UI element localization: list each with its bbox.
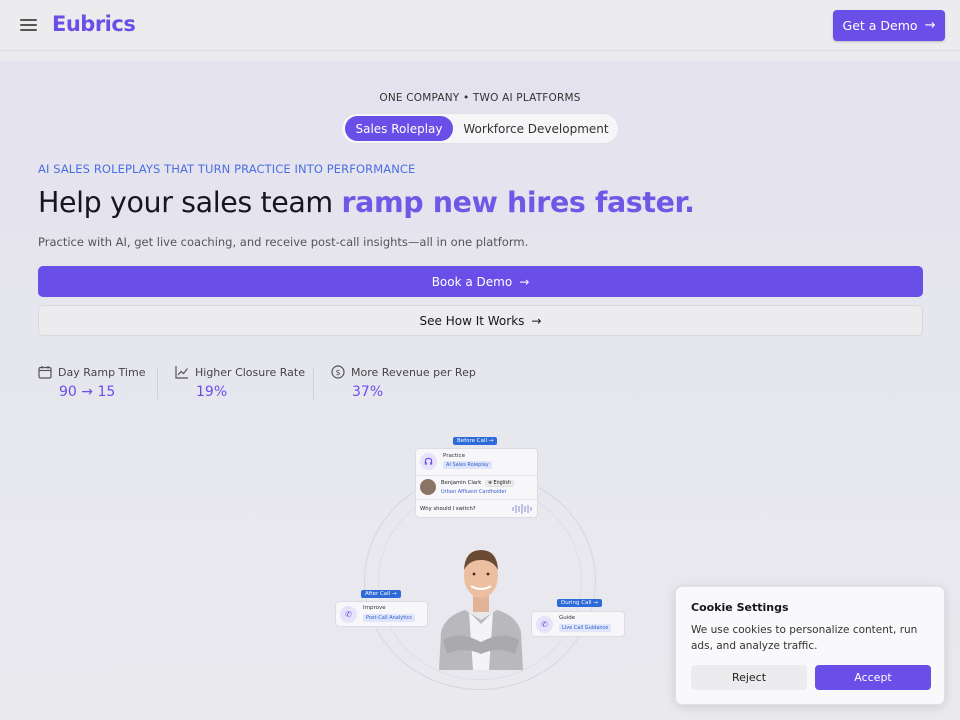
audio-waveform-icon — [512, 504, 532, 514]
before-call-card: Practice AI Sales Roleplay Benjamin Clar… — [415, 448, 538, 518]
hero-illustration: Before Call → Practice AI Sales Roleplay… — [330, 432, 630, 692]
hero-headline: Help your sales team ramp new hires fast… — [38, 186, 695, 219]
card-title: Improve — [363, 605, 386, 611]
cookie-accept-button[interactable]: Accept — [815, 665, 931, 690]
stat-divider — [157, 367, 158, 399]
stat-divider — [313, 367, 314, 399]
stat-closure-rate: Higher Closure Rate 19% — [175, 365, 306, 400]
stat-value: 90 → 15 — [59, 384, 116, 400]
arrow-right-icon: → — [924, 18, 936, 33]
hero-subhead: Practice with AI, get live coaching, and… — [38, 235, 529, 249]
calendar-icon — [38, 366, 52, 379]
card-pill: Post-Call Analytics — [363, 614, 415, 622]
phone-icon: ✆ — [536, 616, 553, 633]
stat-label: Higher Closure Rate — [195, 365, 306, 379]
stat-value: 19% — [196, 384, 228, 400]
tag-label: After Call — [365, 591, 391, 597]
dollar-circle-icon: $ — [331, 365, 345, 379]
before-call-tag: Before Call → — [453, 437, 498, 445]
card-title: Practice — [443, 453, 465, 459]
stat-revenue-per-rep: $ More Revenue per Rep 37% — [331, 365, 476, 400]
persona-avatar — [420, 479, 436, 495]
trend-chart-icon — [175, 366, 188, 379]
stat-label: More Revenue per Rep — [351, 365, 476, 379]
get-demo-label: Get a Demo — [842, 18, 918, 33]
top-navigation-bar: Eubrics Get a Demo → — [0, 0, 960, 51]
language-badge: ⊕ English — [485, 480, 514, 487]
cookie-title: Cookie Settings — [691, 601, 789, 614]
persona-role: Urban Affluent Cardholder — [441, 489, 507, 495]
phone-icon: ✆ — [340, 606, 357, 623]
after-call-card: ✆ Improve Post-Call Analytics — [335, 601, 428, 627]
see-how-label: See How It Works — [419, 313, 525, 328]
language-label: English — [493, 481, 511, 486]
stat-value: 37% — [352, 384, 384, 400]
cookie-description: We use cookies to personalize content, r… — [691, 624, 918, 652]
stat-label: Day Ramp Time — [58, 365, 146, 379]
get-demo-button[interactable]: Get a Demo → — [833, 10, 945, 41]
book-demo-button[interactable]: Book a Demo → — [38, 266, 923, 297]
book-demo-label: Book a Demo — [431, 274, 513, 289]
headline-highlight: ramp new hires faster. — [341, 186, 695, 219]
persona-question: Why should I switch? — [420, 506, 476, 512]
tag-label: Before Call — [457, 438, 487, 444]
during-call-tag: During Call → — [557, 599, 602, 607]
platform-toggle: Sales Roleplay Workforce Development — [341, 113, 619, 144]
during-call-card: ✆ Guide Live Call Guidance — [531, 611, 625, 637]
stat-day-ramp: Day Ramp Time 90 → 15 — [38, 365, 146, 400]
toggle-workforce-development[interactable]: Workforce Development — [456, 116, 616, 141]
headline-plain: Help your sales team — [38, 186, 342, 219]
cookie-reject-button[interactable]: Reject — [691, 665, 807, 690]
persona-name: Benjamin Clark — [441, 480, 482, 486]
svg-text:$: $ — [335, 368, 340, 377]
cookie-settings-dialog: Cookie Settings We use cookies to person… — [675, 586, 945, 705]
hamburger-menu-icon[interactable] — [20, 18, 37, 32]
tag-label: During Call — [561, 600, 592, 606]
hero-kicker: AI SALES ROLEPLAYS THAT TURN PRACTICE IN… — [38, 162, 416, 176]
card-pill: AI Sales Roleplay — [443, 461, 492, 469]
headphones-icon — [420, 453, 437, 470]
arrow-right-icon: → — [531, 313, 542, 328]
toggle-sales-roleplay[interactable]: Sales Roleplay — [345, 116, 453, 141]
arrow-right-icon: → — [519, 274, 530, 289]
see-how-it-works-button[interactable]: See How It Works → — [38, 305, 923, 336]
card-pill: Live Call Guidance — [559, 624, 612, 632]
hero-eyebrow: ONE COMPANY • TWO AI PLATFORMS — [379, 92, 581, 104]
card-title: Guide — [559, 615, 576, 621]
brand-logo[interactable]: Eubrics — [52, 12, 136, 36]
salesperson-photo — [439, 550, 523, 670]
after-call-tag: After Call → — [361, 590, 401, 598]
